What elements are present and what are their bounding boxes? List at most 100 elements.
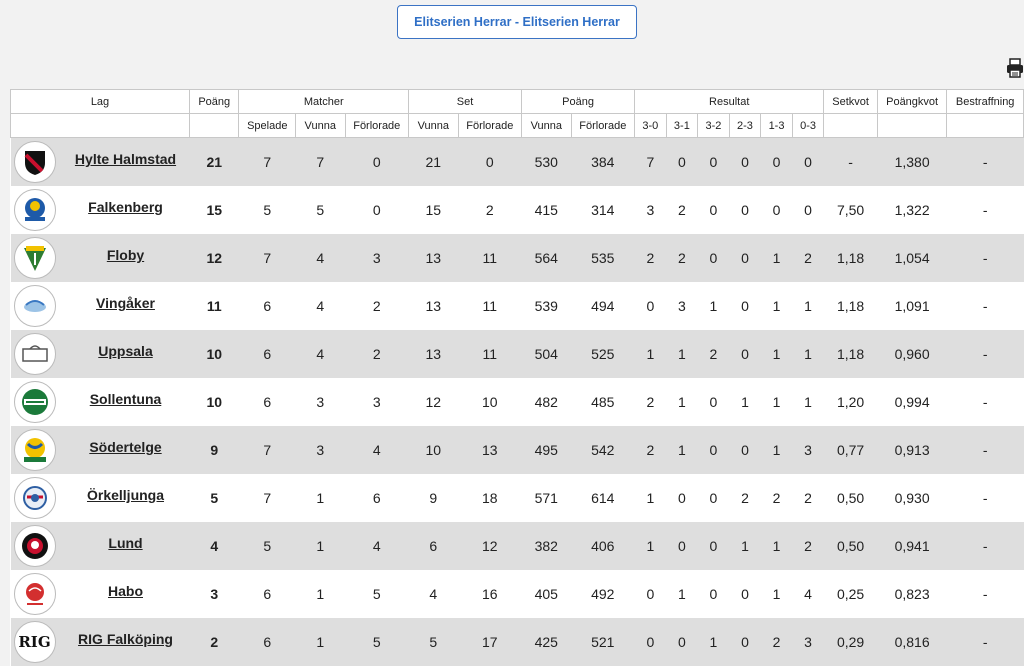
standings-table: Lag Poäng Matcher Set Poäng Resultat Set… (10, 89, 1024, 666)
result-0-3-cell: 1 (792, 330, 824, 378)
result-1-3-cell: 1 (760, 282, 793, 330)
competition-select-button[interactable]: Elitserien Herrar - Elitserien Herrar (397, 5, 637, 39)
team-name-link[interactable]: Floby (62, 247, 190, 263)
won-cell: 1 (295, 522, 345, 570)
lost-cell: 6 (345, 474, 409, 522)
penalty-cell: - (946, 234, 1024, 282)
setkvot-cell: 0,77 (823, 426, 878, 474)
poangkvot-cell: 1,054 (877, 234, 947, 282)
poangkvot-cell: 1,380 (877, 137, 947, 186)
result-1-3-cell: 1 (760, 234, 793, 282)
points-lost-cell: 525 (571, 330, 635, 378)
vingaker-logo (13, 285, 56, 327)
result-2-3-cell: 1 (729, 522, 761, 570)
setkvot-cell: 1,20 (823, 378, 878, 426)
print-icon[interactable] (1006, 58, 1024, 78)
team-cell: Lund (10, 522, 190, 570)
subheader-r03: 0-3 (791, 113, 825, 138)
points-cell: 2 (189, 618, 239, 666)
subheader-empty (823, 113, 878, 138)
result-3-2-cell: 1 (697, 282, 730, 330)
result-2-3-cell: 0 (729, 282, 761, 330)
points-cell: 5 (189, 474, 239, 522)
lost-cell: 0 (345, 137, 409, 186)
result-3-0-cell: 7 (634, 137, 667, 186)
team-name-link[interactable]: Sollentuna (62, 391, 190, 407)
result-3-2-cell: 0 (697, 570, 730, 618)
points-lost-cell: 314 (571, 186, 635, 234)
team-name-link[interactable]: Lund (62, 535, 190, 551)
result-3-2-cell: 0 (697, 378, 730, 426)
poangkvot-cell: 0,913 (877, 426, 947, 474)
lost-cell: 0 (345, 186, 409, 234)
sodertelge-logo (13, 429, 56, 471)
team-cell: Uppsala (10, 330, 190, 378)
setkvot-cell: 0,29 (823, 618, 878, 666)
subheader-empty (876, 113, 948, 138)
result-1-3-cell: 1 (760, 522, 793, 570)
won-cell: 1 (295, 570, 345, 618)
sets-won-cell: 10 (408, 426, 459, 474)
result-3-1-cell: 0 (666, 137, 698, 186)
lost-cell: 5 (345, 570, 409, 618)
played-cell: 6 (238, 618, 296, 666)
poangkvot-cell: 0,930 (877, 474, 947, 522)
table-row: Habo 3 6 1 5 4 16 405 492 0 1 0 0 1 4 0,25 0,823- (10, 570, 1024, 618)
uppsala-logo (13, 333, 56, 375)
header-bestraffning: Bestraffning (946, 89, 1024, 114)
sets-won-cell: 12 (408, 378, 459, 426)
points-won-cell: 382 (521, 522, 572, 570)
result-3-0-cell: 1 (634, 474, 667, 522)
lund-logo (13, 525, 56, 567)
poangkvot-cell: 0,941 (877, 522, 947, 570)
team-name-link[interactable]: Södertelge (62, 439, 190, 455)
played-cell: 7 (238, 474, 296, 522)
poangkvot-cell: 1,091 (877, 282, 947, 330)
team-name-link[interactable]: Falkenberg (62, 199, 190, 215)
subheader-r23: 2-3 (728, 113, 762, 138)
sets-lost-cell: 11 (458, 282, 522, 330)
team-name-link[interactable]: Hylte Halmstad (62, 151, 190, 167)
team-name-link[interactable]: Habo (62, 583, 190, 599)
team-cell: Hylte Halmstad (10, 137, 190, 186)
lost-cell: 4 (345, 426, 409, 474)
played-cell: 6 (238, 570, 296, 618)
team-name-link[interactable]: Örkelljunga (62, 487, 190, 503)
won-cell: 3 (295, 378, 345, 426)
result-1-3-cell: 2 (760, 618, 793, 666)
sets-won-cell: 6 (408, 522, 459, 570)
subheader-r32: 3-2 (697, 113, 730, 138)
result-3-1-cell: 0 (666, 522, 698, 570)
subheader-vunna: Vunna (295, 113, 346, 138)
team-cell: Örkelljunga (10, 474, 190, 522)
penalty-cell: - (946, 474, 1024, 522)
sets-won-cell: 5 (408, 618, 459, 666)
table-row: Södertelge 9 7 3 4 10 13 495 542 2 1 0 0 1 3 0,77 0,913- (10, 426, 1024, 474)
subheader-forlorade: Förlorade (344, 113, 410, 138)
setkvot-cell: 0,50 (823, 474, 878, 522)
played-cell: 5 (238, 522, 296, 570)
poangkvot-cell: 0,823 (877, 570, 947, 618)
penalty-cell: - (946, 282, 1024, 330)
result-2-3-cell: 0 (729, 137, 761, 186)
team-name-link[interactable]: RIG Falköping (62, 631, 190, 647)
result-3-1-cell: 2 (666, 234, 698, 282)
result-3-0-cell: 1 (634, 330, 667, 378)
subheader-poang-vunna: Vunna (521, 113, 572, 138)
setkvot-cell: 1,18 (823, 282, 878, 330)
result-2-3-cell: 0 (729, 234, 761, 282)
points-won-cell: 571 (521, 474, 572, 522)
table-row: Uppsala 10 6 4 2 13 11 504 525 1 1 2 0 1 1 1,18 0,960- (10, 330, 1024, 378)
subheader-poang-forlorade: Förlorade (570, 113, 636, 138)
team-name-link[interactable]: Uppsala (62, 343, 190, 359)
team-cell: RIG RIG Falköping (10, 618, 190, 666)
table-row: Örkelljunga 5 7 1 6 9 18 571 614 1 0 0 2 2 2 0,50 0,930- (10, 474, 1024, 522)
header-setkvot: Setkvot (823, 89, 878, 114)
penalty-cell: - (946, 570, 1024, 618)
won-cell: 4 (295, 282, 345, 330)
points-won-cell: 539 (521, 282, 572, 330)
penalty-cell: - (946, 330, 1024, 378)
result-0-3-cell: 1 (792, 282, 824, 330)
result-2-3-cell: 0 (729, 426, 761, 474)
team-name-link[interactable]: Vingåker (62, 295, 190, 311)
